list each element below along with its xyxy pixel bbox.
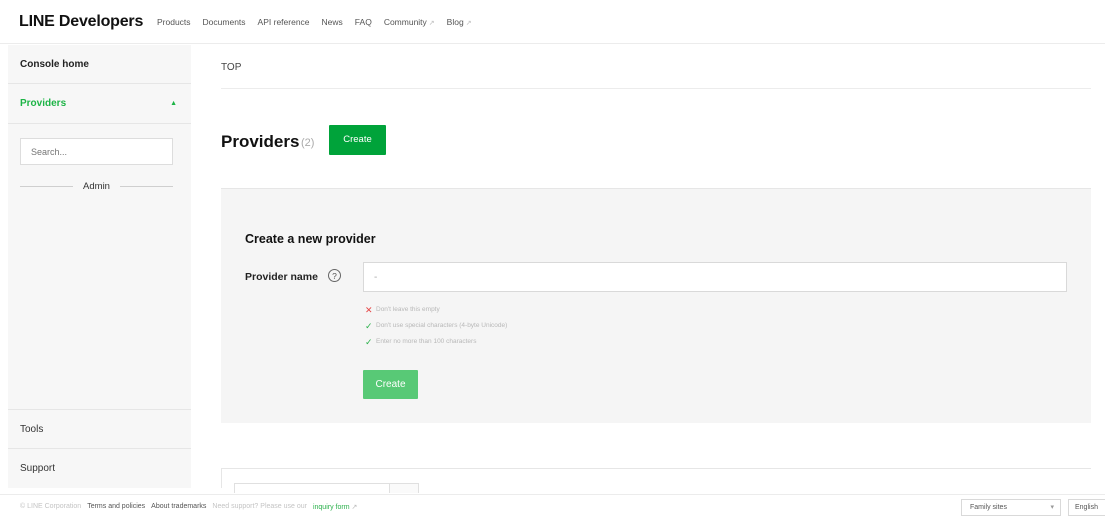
sidebar-search-input[interactable] — [20, 138, 173, 165]
footer-links: © LINE Corporation Terms and policies Ab… — [20, 503, 357, 511]
sidebar-providers-label: Providers — [20, 98, 67, 109]
nav-menu: Products Documents API reference News FA… — [157, 17, 472, 27]
validation-rule: ✕ Don't leave this empty — [365, 302, 507, 318]
validation-rule: ✓ Don't use special characters (4-byte U… — [365, 318, 507, 334]
rule-text: Enter no more than 100 characters — [376, 338, 477, 345]
provider-filter-button[interactable] — [389, 483, 419, 493]
inquiry-form-link[interactable]: inquiry form ↗ — [313, 503, 357, 511]
nav-faq[interactable]: FAQ — [355, 17, 372, 27]
check-icon: ✓ — [365, 321, 373, 331]
nav-products[interactable]: Products — [157, 17, 191, 27]
terms-link[interactable]: Terms and policies — [87, 503, 145, 511]
validation-rules: ✕ Don't leave this empty ✓ Don't use spe… — [365, 302, 507, 350]
nav-blog[interactable]: Blog ↗ — [447, 17, 472, 27]
admin-label: Admin — [83, 181, 110, 192]
sidebar-item-support[interactable]: Support — [8, 449, 191, 489]
support-text: Need support? Please use our — [212, 503, 307, 510]
form-title: Create a new provider — [245, 232, 376, 246]
check-icon: ✓ — [365, 337, 373, 347]
breadcrumb-divider — [221, 88, 1091, 89]
copyright: © LINE Corporation — [20, 503, 82, 510]
divider-line — [119, 186, 173, 187]
external-link-icon: ↗ — [465, 20, 472, 27]
breadcrumb[interactable]: TOP — [221, 62, 241, 73]
rule-text: Don't leave this empty — [376, 306, 440, 313]
provider-name-label: Provider name — [245, 271, 318, 283]
admin-divider: Admin — [20, 181, 173, 192]
help-icon[interactable]: ? — [328, 269, 341, 282]
nav-api-reference[interactable]: API reference — [258, 17, 310, 27]
external-link-icon: ↗ — [351, 504, 358, 511]
provider-count: (2) — [301, 137, 315, 149]
page-title: Providers — [221, 132, 300, 151]
sidebar-item-providers[interactable]: Providers ▲ — [8, 84, 191, 124]
language-select[interactable]: English — [1068, 499, 1105, 516]
sidebar-item-console-home[interactable]: Console home — [8, 45, 191, 84]
chevron-down-icon: ▾ — [1050, 504, 1054, 511]
cross-icon: ✕ — [365, 305, 373, 315]
rule-text: Don't use special characters (4-byte Uni… — [376, 322, 508, 329]
chevron-up-icon: ▲ — [170, 100, 177, 107]
divider-line — [20, 186, 74, 187]
create-provider-panel: Create a new provider Provider name ? ✕ … — [221, 188, 1091, 423]
nav-blog-label: Blog — [446, 17, 464, 27]
family-sites-label: Family sites — [970, 504, 1007, 511]
inquiry-form-label: inquiry form — [312, 504, 350, 511]
trademarks-link[interactable]: About trademarks — [151, 503, 206, 511]
provider-name-input[interactable] — [363, 262, 1067, 292]
validation-rule: ✓ Enter no more than 100 characters — [365, 334, 507, 350]
nav-community-label: Community — [383, 17, 427, 27]
family-sites-select[interactable]: Family sites ▾ — [961, 499, 1061, 516]
brand-logo[interactable]: LINE Developers — [19, 13, 143, 31]
nav-community[interactable]: Community ↗ — [384, 17, 435, 27]
submit-create-button[interactable]: Create — [363, 370, 418, 399]
nav-news[interactable]: News — [322, 17, 343, 27]
external-link-icon: ↗ — [428, 20, 435, 27]
nav-documents[interactable]: Documents — [203, 17, 246, 27]
provider-list-card — [221, 468, 1091, 493]
create-provider-button[interactable]: Create — [329, 125, 386, 155]
top-navigation: LINE Developers Products Documents API r… — [0, 0, 1105, 44]
sidebar: Console home Providers ▲ Admin Tools Sup… — [8, 45, 191, 488]
footer: © LINE Corporation Terms and policies Ab… — [0, 494, 1105, 517]
sidebar-item-tools[interactable]: Tools — [8, 409, 191, 449]
